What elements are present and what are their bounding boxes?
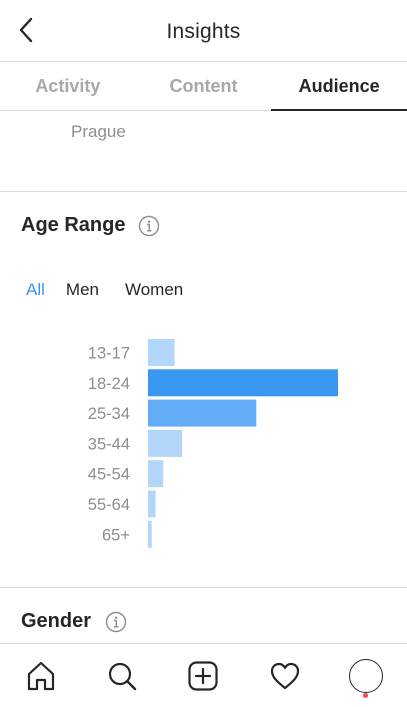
heart-icon[interactable] (263, 654, 307, 698)
page-title: Insights (166, 20, 241, 43)
avatar (349, 658, 384, 693)
section-divider (0, 191, 407, 192)
age-filter-group: All Men Women (26, 280, 183, 300)
age-bar-18-24 (148, 369, 338, 397)
filter-men[interactable]: Men (66, 280, 99, 300)
add-post-icon[interactable] (181, 654, 225, 698)
age-label-25-34: 25-34 (88, 405, 130, 423)
age-label-55-64: 55-64 (88, 496, 130, 514)
filter-all[interactable]: All (26, 280, 45, 300)
age-label-18-24: 18-24 (88, 375, 130, 393)
age-label-65+: 65+ (102, 526, 130, 544)
header-bar: Insights (0, 0, 407, 62)
age-bar-45-54 (148, 460, 164, 488)
gender-title: Gender (21, 610, 92, 632)
age-bar-65+ (148, 520, 152, 548)
search-icon[interactable] (100, 654, 144, 698)
age-range-chart: 13-17 18-24 25-34 35-44 45-54 55-64 65+ (88, 339, 338, 548)
bottom-navigation (0, 643, 407, 707)
section-divider (0, 587, 407, 588)
age-bar-35-44 (148, 429, 183, 457)
top-location-city: Prague (71, 122, 126, 141)
info-icon[interactable] (138, 215, 160, 237)
age-label-35-44: 35-44 (88, 435, 130, 453)
home-icon[interactable] (19, 654, 63, 698)
tab-audience[interactable]: Audience (271, 62, 407, 111)
age-label-13-17: 13-17 (88, 345, 130, 363)
age-label-45-54: 45-54 (88, 466, 130, 484)
age-bar-25-34 (148, 399, 257, 427)
tab-bar: Activity Content Audience (0, 62, 407, 111)
info-icon[interactable] (105, 611, 127, 633)
tab-content[interactable]: Content (136, 62, 272, 110)
tab-activity[interactable]: Activity (0, 62, 136, 110)
profile-tab[interactable] (344, 654, 388, 698)
age-bar-13-17 (148, 339, 175, 366)
notification-dot (363, 692, 369, 698)
filter-women[interactable]: Women (125, 280, 183, 300)
age-range-title: Age Range (21, 214, 126, 236)
age-bar-55-64 (148, 490, 156, 518)
